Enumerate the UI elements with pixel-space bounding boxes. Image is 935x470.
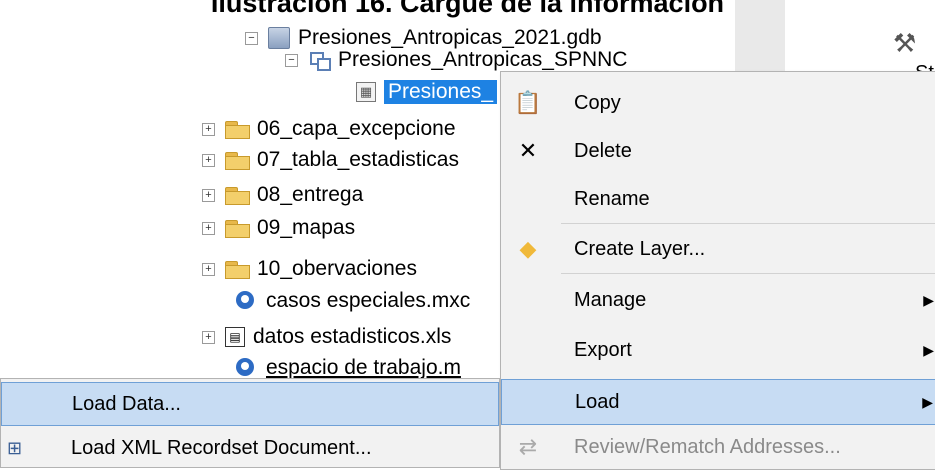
menu-separator	[561, 273, 935, 274]
folder-icon	[225, 260, 250, 279]
geocode-icon: ⇄	[518, 434, 538, 459]
tree-label-folder: 09_mapas	[257, 216, 356, 239]
menu-item-load-data[interactable]: Load Data...	[1, 382, 499, 426]
tree-label-folder: 07_tabla_estadisticas	[257, 148, 459, 171]
collapse-icon[interactable]: −	[285, 53, 298, 67]
tree-node-folder[interactable]: + 06_capa_excepcione	[202, 114, 456, 144]
xml-recordset-icon: ⊞	[7, 437, 23, 458]
tree-label-folder: 10_obervaciones	[257, 257, 417, 280]
tree-label-dataset: Presiones_Antropicas_SPNNC	[338, 48, 628, 71]
menu-item-delete[interactable]: ✕ Delete	[501, 128, 935, 174]
spreadsheet-icon: ▤	[225, 327, 245, 347]
submenu-arrow-icon: ▶	[922, 393, 933, 410]
tree-label-folder: 06_capa_excepcione	[257, 117, 456, 140]
menu-item-rename[interactable]: Rename	[501, 176, 935, 222]
tree-node-mxd[interactable]: espacio de trabajo.m	[236, 356, 461, 380]
collapse-icon[interactable]: −	[245, 31, 258, 45]
tree-node-selected[interactable]: ▦ Presiones_	[356, 77, 498, 107]
tree-node-mxd[interactable]: casos especiales.mxc	[236, 286, 470, 316]
tree-node-folder[interactable]: + 07_tabla_estadisticas	[202, 145, 459, 175]
tree-label-file: datos estadisticos.xls	[253, 325, 452, 348]
tree-label-folder: 08_entrega	[257, 183, 364, 206]
context-menu: 📋 Copy ✕ Delete Rename ◆ Create Layer...…	[500, 71, 935, 470]
expand-icon[interactable]: +	[202, 122, 215, 136]
expand-icon[interactable]: +	[202, 330, 215, 344]
menu-item-copy[interactable]: 📋 Copy	[501, 80, 935, 126]
menu-item-review-rematch[interactable]: ⇄ Review/Rematch Addresses...	[501, 424, 935, 470]
expand-icon[interactable]: +	[202, 262, 215, 276]
tree-node-xls[interactable]: + ▤ datos estadisticos.xls	[202, 322, 451, 352]
map-document-icon	[236, 357, 258, 379]
copy-icon: 📋	[514, 90, 542, 115]
expand-icon[interactable]: +	[202, 188, 215, 202]
feature-class-icon: ▦	[356, 82, 376, 102]
menu-item-load[interactable]: Load ▶	[501, 379, 935, 425]
layer-diamond-icon: ◆	[519, 236, 537, 261]
tree-label-selected: Presiones_	[384, 80, 498, 104]
folder-icon	[225, 120, 250, 139]
tree-label-file: espacio de trabajo.m	[266, 356, 461, 379]
hammer-icon: ⚒	[893, 28, 917, 58]
menu-item-create-layer[interactable]: ◆ Create Layer...	[501, 226, 935, 272]
submenu-arrow-icon: ▶	[923, 341, 934, 358]
folder-icon	[225, 219, 250, 238]
submenu-arrow-icon: ▶	[923, 291, 934, 308]
expand-icon[interactable]: +	[202, 221, 215, 235]
tree-node-folder[interactable]: + 09_mapas	[202, 213, 355, 243]
menu-item-export[interactable]: Export ▶	[501, 327, 935, 373]
delete-icon: ✕	[518, 138, 538, 163]
tree-node-folder[interactable]: + 08_entrega	[202, 180, 363, 210]
tree-label-file: casos especiales.mxc	[266, 289, 471, 312]
menu-item-manage[interactable]: Manage ▶	[501, 277, 935, 323]
load-submenu: Load Data... ⊞ Load XML Recordset Docume…	[0, 378, 500, 468]
folder-icon	[225, 186, 250, 205]
feature-dataset-icon	[308, 50, 331, 71]
menu-item-load-xml[interactable]: ⊞ Load XML Recordset Document...	[1, 426, 499, 470]
tree-node-folder[interactable]: + 10_obervaciones	[202, 254, 417, 284]
expand-icon[interactable]: +	[202, 153, 215, 167]
menu-separator	[561, 223, 935, 224]
map-document-icon	[236, 290, 258, 312]
folder-icon	[225, 151, 250, 170]
